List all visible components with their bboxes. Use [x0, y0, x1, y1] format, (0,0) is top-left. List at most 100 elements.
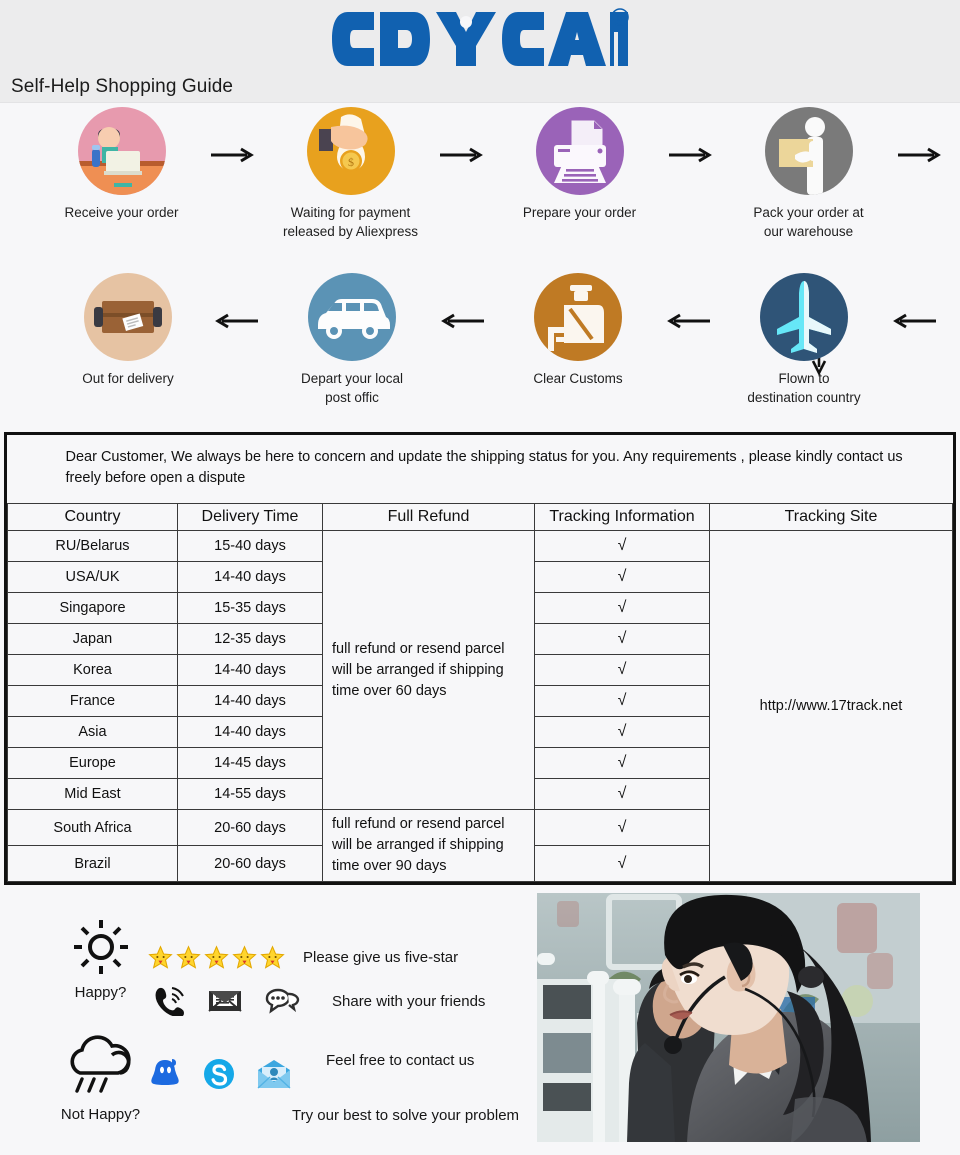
svg-text:R: R [616, 12, 624, 24]
phone-icon[interactable] [152, 986, 186, 1017]
flow-step-label: Depart your local post offic [300, 371, 404, 406]
flow-step-out-for-delivery: Out for delivery [44, 273, 212, 388]
flow-step-label: Flown to destination country [747, 371, 861, 406]
column-header-country: Country [7, 503, 178, 532]
parcel-box-icon [84, 273, 172, 361]
skype-icon[interactable] [202, 1057, 236, 1091]
flow-step-waiting-payment: $ Waiting for payment released by Aliexp… [263, 107, 438, 241]
star-icon [176, 945, 201, 969]
svg-text:$: $ [348, 155, 354, 169]
left-arrow-icon [438, 313, 492, 329]
cell-refund-90: full refund or resend parcel will be arr… [322, 809, 535, 883]
cell-delivery: 14-45 days [177, 747, 323, 780]
shipping-flow-diagram: Receive your order $ Waiting for payment… [0, 103, 960, 428]
email-icon[interactable] [256, 1058, 292, 1090]
cdycam-logo-icon: R [332, 8, 629, 66]
flow-step-label: Receive your order [64, 205, 179, 220]
flow-step-label: Processed through sort facility [944, 369, 960, 407]
contact-text: Feel free to contact us [326, 1051, 475, 1069]
chat-bubble-icon[interactable] [264, 987, 300, 1015]
worker-carrying-box-icon [764, 107, 853, 195]
column-header-refund: Full Refund [322, 503, 535, 532]
not-happy-label: Not Happy? [60, 1106, 141, 1124]
cell-tracking: √ [534, 561, 710, 594]
cell-country: South Africa [7, 809, 178, 847]
cell-delivery: 15-40 days [177, 530, 323, 563]
person-at-desk-icon [77, 107, 166, 195]
cell-country: Singapore [7, 592, 178, 625]
table-header-row: Country Delivery Time Full Refund Tracki… [7, 503, 953, 532]
flow-row-1: Receive your order $ Waiting for payment… [0, 107, 960, 241]
left-arrow-icon [890, 313, 944, 329]
cell-delivery: 14-40 days [177, 654, 323, 687]
flow-step-pack-order: Pack your order at our warehouse [721, 107, 896, 241]
flow-step-label: Prepare your order [522, 205, 637, 220]
cell-tracking: √ [534, 592, 710, 625]
cell-tracking: √ [534, 747, 710, 780]
five-star-text: Please give us five-star [303, 949, 459, 967]
cell-tracking-site: http://www.17track.net [709, 530, 953, 883]
star-icon [232, 945, 257, 969]
page-footer: Happy? Not Happy? Please give us five-st… [0, 885, 960, 1151]
cell-delivery: 15-35 days [177, 592, 323, 625]
flow-step-flown-destination: Flown to destination country [718, 273, 890, 407]
cell-country: Japan [7, 623, 178, 656]
star-rating[interactable] [148, 945, 285, 970]
flow-step-picked-up: Picked up by mail service [950, 107, 960, 222]
cell-delivery: 20-60 days [177, 809, 323, 847]
cell-tracking: √ [534, 809, 710, 847]
flow-step-label: Picked up by mail service [950, 203, 960, 222]
flow-step-depart-post-office: Depart your local post offic [266, 273, 438, 407]
flow-row-2: Out for delivery Depart your local post … [0, 273, 960, 407]
airplane-icon [760, 273, 848, 361]
right-arrow-icon [667, 147, 721, 163]
cell-tracking: √ [534, 716, 710, 749]
cell-tracking: √ [534, 530, 710, 563]
shipping-info-table: Dear Customer, We always be here to conc… [4, 432, 956, 886]
flow-step-label: Clear Customs [533, 371, 623, 386]
flow-step-label: Pack your order at our warehouse [753, 205, 864, 240]
table-row: RU/Belarus 15-40 days full refund or res… [7, 530, 953, 883]
solve-text: Try our best to solve your problem [292, 1107, 520, 1125]
cell-country: Brazil [7, 845, 178, 883]
brand-logo: R [0, 8, 960, 70]
cell-refund-60: full refund or resend parcel will be arr… [322, 530, 535, 811]
cell-tracking: √ [534, 845, 710, 883]
sun-icon [73, 920, 128, 975]
cell-delivery: 14-40 days [177, 561, 323, 594]
cell-delivery: 14-40 days [177, 716, 323, 749]
call-center-agent-photo [537, 893, 920, 1143]
flow-step-receive-order: Receive your order [34, 107, 209, 222]
cell-tracking: √ [534, 654, 710, 687]
share-row: Share with your friends [152, 986, 485, 1017]
star-icon [260, 945, 285, 969]
cell-country: France [7, 685, 178, 718]
table-notice-row: Dear Customer, We always be here to conc… [7, 435, 953, 505]
cell-country: Korea [7, 654, 178, 687]
right-arrow-icon [438, 147, 492, 163]
five-star-row: Please give us five-star [148, 945, 458, 970]
cell-delivery: 20-60 days [177, 845, 323, 883]
customs-officer-icon [534, 273, 622, 361]
cell-tracking: √ [534, 778, 710, 811]
page-title: Self-Help Shopping Guide [11, 76, 234, 97]
left-arrow-icon [212, 313, 266, 329]
contact-row: Feel free to contact us [148, 1052, 474, 1091]
cell-delivery: 14-55 days [177, 778, 323, 811]
cell-country: USA/UK [7, 561, 178, 594]
star-icon [148, 945, 173, 969]
column-header-site: Tracking Site [709, 503, 953, 532]
cell-tracking: √ [534, 623, 710, 656]
cell-delivery: 12-35 days [177, 623, 323, 656]
flow-step-sort-facility: Processed through sort facility [944, 273, 960, 407]
column-header-delivery: Delivery Time [177, 503, 323, 532]
flow-step-label: Waiting for payment released by Aliexpre… [282, 205, 419, 240]
rain-cloud-icon [69, 1035, 131, 1093]
printer-icon [535, 107, 624, 195]
star-icon [204, 945, 229, 969]
flow-step-prepare-order: Prepare your order [492, 107, 667, 222]
envelope-icon[interactable] [208, 988, 242, 1014]
cell-tracking: √ [534, 685, 710, 718]
column-header-tracking: Tracking Information [534, 503, 710, 532]
qq-icon[interactable] [148, 1057, 182, 1091]
